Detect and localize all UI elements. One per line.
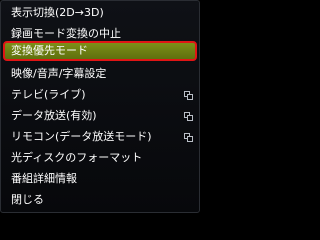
- menu-item-program-details[interactable]: 番組詳細情報: [3, 169, 197, 189]
- submenu-icon: [184, 112, 193, 121]
- submenu-icon: [184, 133, 193, 142]
- menu-item-label: 光ディスクのフォーマット: [11, 151, 143, 164]
- menu-item-conversion-priority-mode[interactable]: 変換優先モード: [3, 41, 197, 61]
- menu-item-label: リモコン(データ放送モード): [11, 130, 152, 143]
- menu-item-optical-disc-format[interactable]: 光ディスクのフォーマット: [3, 148, 197, 168]
- menu-item-data-broadcast[interactable]: データ放送(有効): [3, 106, 197, 126]
- menu-item-close[interactable]: 閉じる: [3, 190, 197, 210]
- submenu-icon: [184, 91, 193, 100]
- menu-item-video-audio-subtitle-settings[interactable]: 映像/音声/字幕設定: [3, 64, 197, 84]
- menu-item-label: テレビ(ライブ): [11, 88, 86, 101]
- menu-item-label: 番組詳細情報: [11, 172, 77, 185]
- menu-item-label: 表示切換(2D→3D): [11, 6, 104, 19]
- menu-item-label: 変換優先モード: [11, 44, 88, 57]
- menu-item-label: 閉じる: [11, 193, 44, 206]
- menu-item-tv-live[interactable]: テレビ(ライブ): [3, 85, 197, 105]
- menu-item-label: データ放送(有効): [11, 109, 97, 122]
- menu-item-remote-control[interactable]: リモコン(データ放送モード): [3, 127, 197, 147]
- context-menu: 表示切換(2D→3D) 録画モード変換の中止 変換優先モード 映像/音声/字幕設…: [0, 0, 200, 213]
- menu-item-label: 映像/音声/字幕設定: [11, 67, 107, 80]
- menu-item-display-switch[interactable]: 表示切換(2D→3D): [3, 3, 197, 23]
- menu-item-label: 録画モード変換の中止: [11, 27, 121, 40]
